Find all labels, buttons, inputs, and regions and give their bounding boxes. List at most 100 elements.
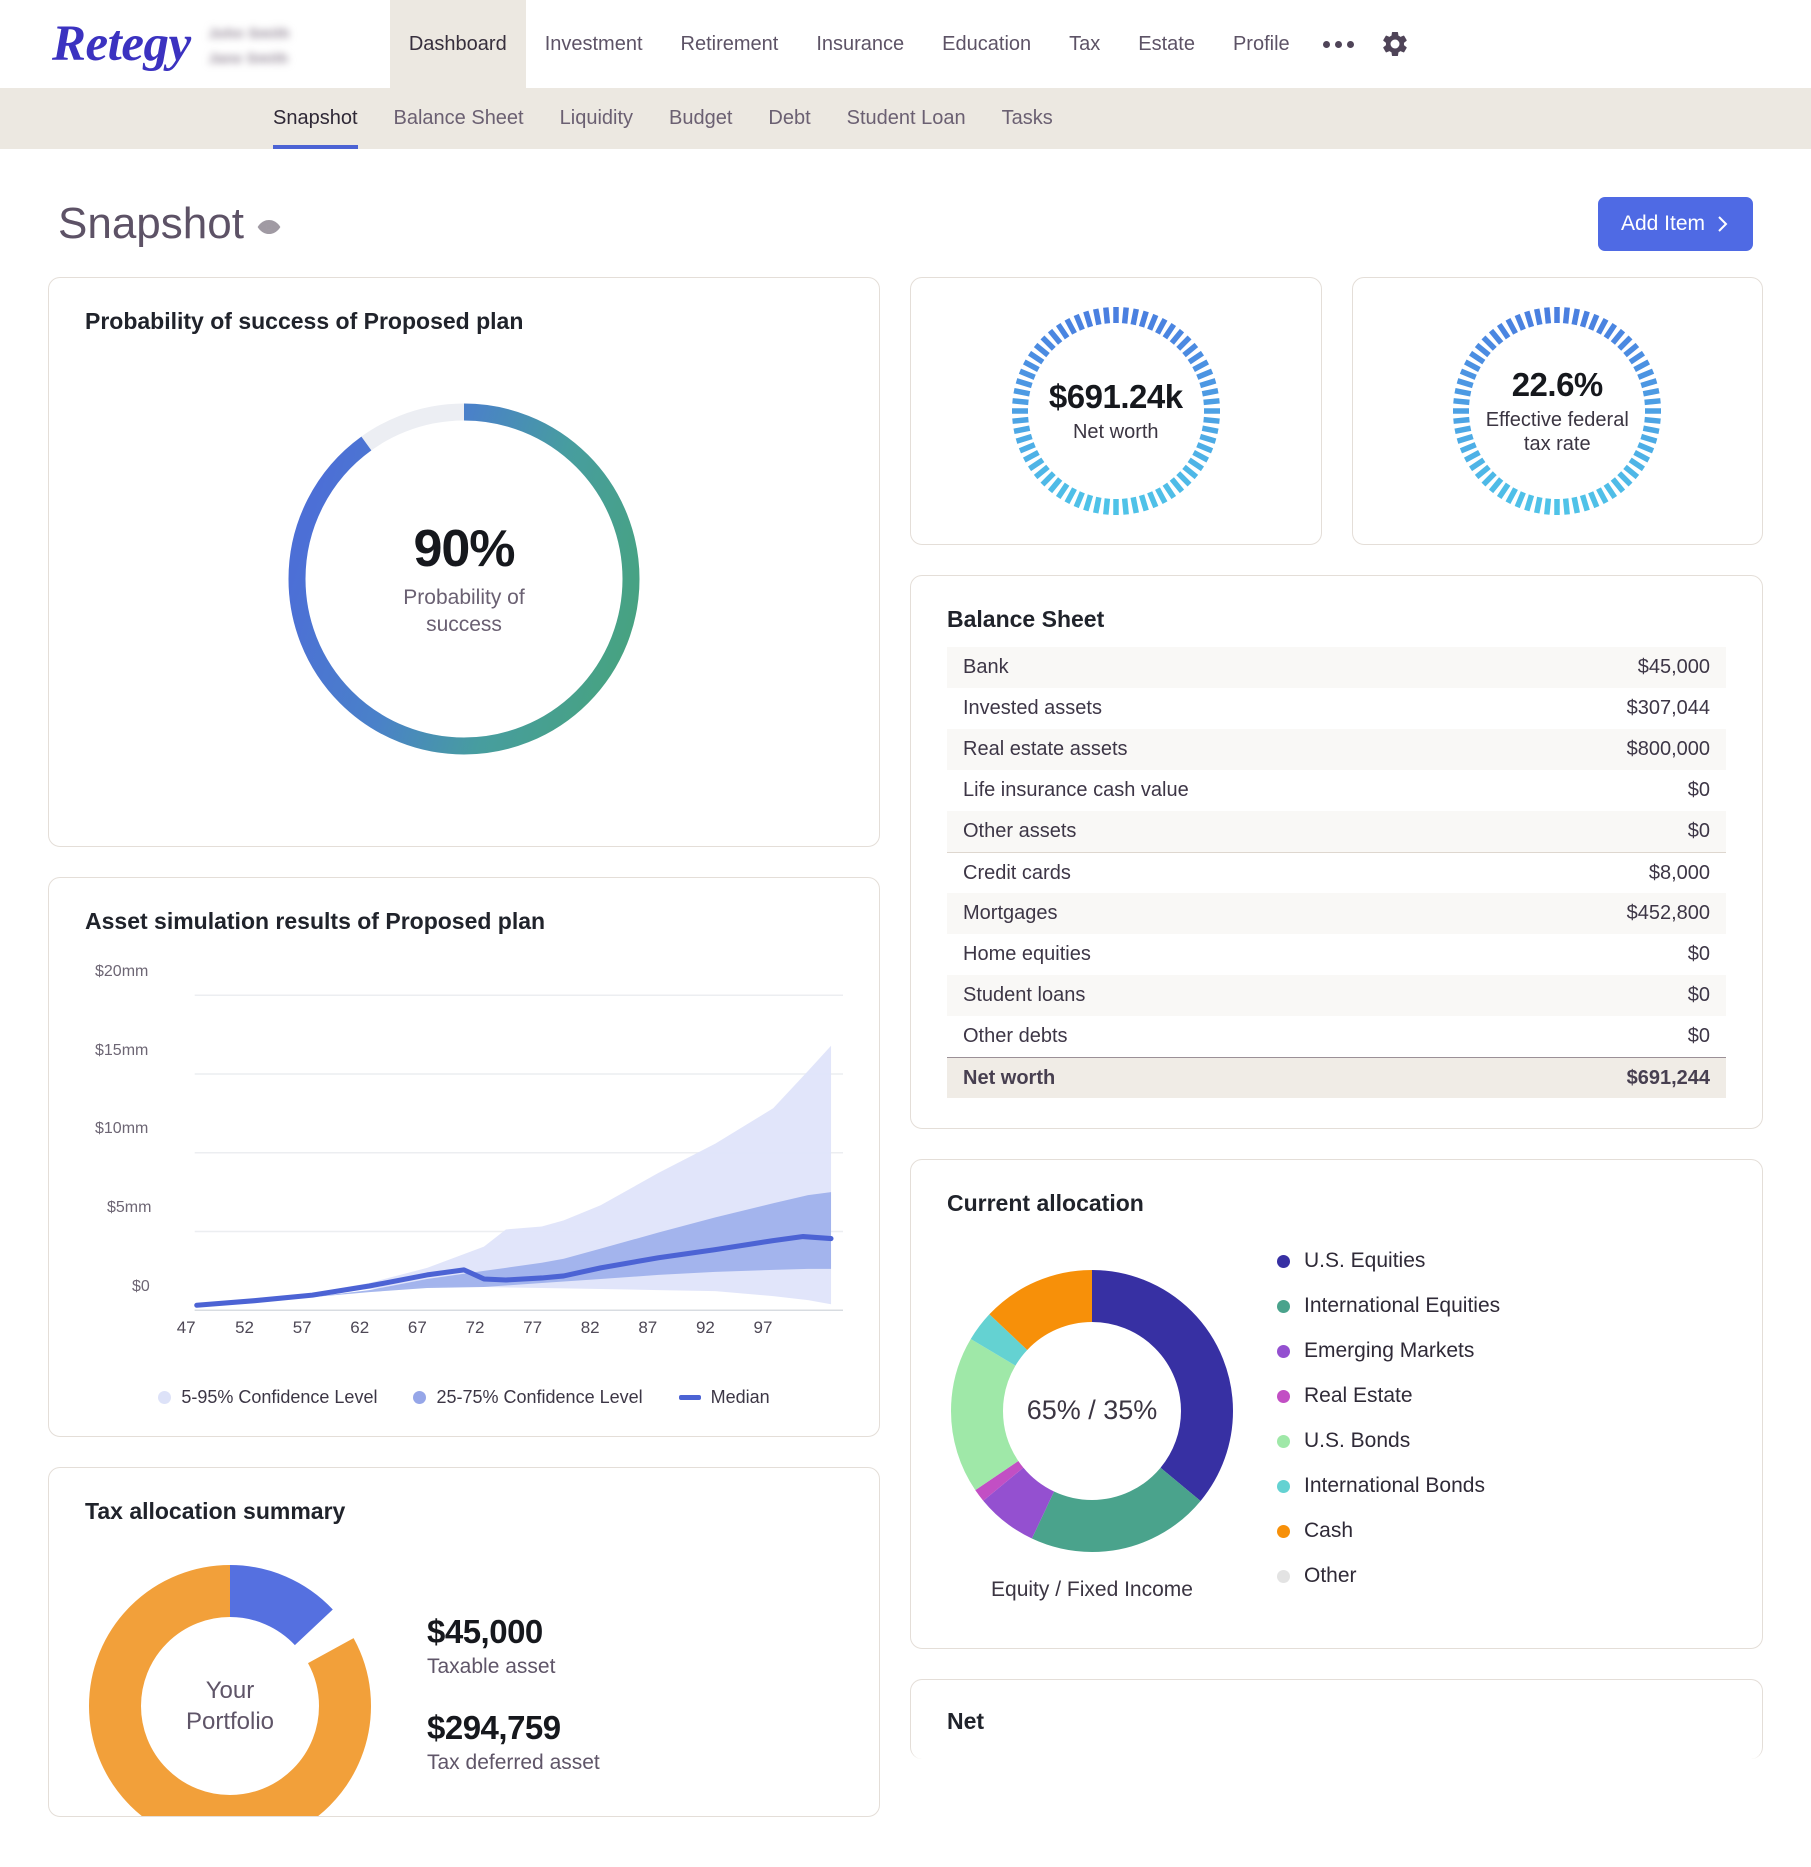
table-row[interactable]: Credit cards $8,000 (947, 852, 1726, 893)
add-item-label: Add Item (1620, 212, 1705, 235)
row-value: $800,000 (1626, 738, 1710, 760)
row-value: $307,044 (1626, 697, 1710, 719)
legend-item-25-75[interactable]: 25-75% Confidence Level (413, 1386, 643, 1408)
add-item-button[interactable]: Add Item (1597, 197, 1753, 251)
table-row[interactable]: Invested assets $307,044 (947, 688, 1726, 729)
allocation-card-title: Current allocation (947, 1190, 1144, 1216)
allocation-body: 65% / 35% Equity / Fixed Income U.S. Equ… (947, 1223, 1726, 1618)
tax-stat-deferred-label: Tax deferred asset (427, 1751, 600, 1774)
net-worth-center-text: $691.24k Net worth (1005, 300, 1227, 522)
legend-swatch-us-equities-icon (1277, 1254, 1290, 1268)
ellipsis-icon[interactable] (1309, 40, 1368, 48)
tax-stats: $45,000 Taxable asset $294,759 Tax defer… (427, 1561, 600, 1775)
nav-item-tax[interactable]: Tax (1050, 0, 1119, 88)
gauge-row: $691.24k Net worth 22.6% Effective feder… (910, 277, 1763, 545)
table-row[interactable]: Life insurance cash value $0 (947, 770, 1726, 811)
net-worth-value: $691.24k (1048, 377, 1183, 415)
nav-item-profile[interactable]: Profile (1214, 0, 1309, 88)
subnav-item-student-loan[interactable]: Student Loan (829, 88, 984, 149)
row-label: Home equities (963, 943, 1091, 965)
tax-allocation-summary-card: Tax allocation summary Your Portfolio $4… (48, 1467, 880, 1817)
tax-stat-taxable-value: $45,000 (427, 1613, 543, 1650)
subnav-item-tasks[interactable]: Tasks (984, 88, 1071, 149)
legend-item-5-95[interactable]: 5-95% Confidence Level (158, 1387, 377, 1408)
app-logo[interactable]: Retegy (52, 15, 191, 73)
table-row[interactable]: Other assets $0 (947, 811, 1726, 852)
nav-item-education[interactable]: Education (923, 0, 1050, 88)
subnav-item-snapshot[interactable]: Snapshot (255, 88, 376, 149)
legend-item-cash[interactable]: Cash (1277, 1519, 1500, 1543)
page-title: Snapshot (58, 199, 282, 249)
nav-item-retirement[interactable]: Retirement (662, 0, 798, 88)
table-row[interactable]: Bank $45,000 (947, 647, 1726, 688)
legend-swatch-real-estate-icon (1277, 1389, 1290, 1403)
tax-donut-center-text: Your Portfolio (85, 1561, 375, 1816)
legend-item-real-estate[interactable]: Real Estate (1277, 1384, 1500, 1408)
top-navigation-bar: Retegy John Smith Jane Smith Dashboard I… (0, 0, 1811, 88)
tax-rate-label-line1: Effective federal (1485, 408, 1629, 431)
subnav-item-balance-sheet[interactable]: Balance Sheet (376, 88, 542, 149)
legend-label-other: Other (1304, 1564, 1357, 1587)
balance-sheet-total-row: Net worth $691,244 (947, 1057, 1726, 1098)
legend-label-25-75: 25-75% Confidence Level (436, 1386, 643, 1407)
legend-item-median[interactable]: Median (678, 1386, 770, 1408)
tax-card-body: Your Portfolio $45,000 Taxable asset $29… (85, 1531, 843, 1816)
legend-dash-median-icon (678, 1394, 701, 1400)
tax-center-line1: Your (205, 1676, 255, 1704)
legend-label-median: Median (710, 1386, 770, 1407)
gear-icon[interactable] (1380, 29, 1410, 59)
table-row[interactable]: Mortgages $452,800 (947, 893, 1726, 934)
tax-stat-taxable-label: Taxable asset (427, 1655, 556, 1678)
subnav-item-debt[interactable]: Debt (750, 88, 828, 149)
nav-item-dashboard[interactable]: Dashboard (389, 0, 526, 88)
total-label: Net worth (963, 1066, 1056, 1089)
table-row[interactable]: Home equities $0 (947, 934, 1726, 975)
legend-label-international-bonds: International Bonds (1304, 1474, 1485, 1497)
table-row[interactable]: Real estate assets $800,000 (947, 729, 1726, 770)
probability-sublabel-line1: Probability of (403, 586, 525, 610)
net-worth-gauge-chart: $691.24k Net worth (1005, 300, 1227, 522)
row-label: Other debts (963, 1025, 1068, 1047)
probability-chart-body: 90% Probability of success (85, 341, 843, 816)
legend-item-international-bonds[interactable]: International Bonds (1277, 1474, 1500, 1498)
left-column: Probability of success of Proposed plan (48, 277, 880, 1817)
legend-swatch-us-bonds-icon (1277, 1434, 1290, 1448)
right-column: $691.24k Net worth 22.6% Effective feder… (910, 277, 1763, 1759)
subnav-item-budget[interactable]: Budget (651, 88, 750, 149)
tax-stat-deferred-value: $294,759 (427, 1709, 561, 1746)
tax-rate-value: 22.6% (1511, 365, 1604, 403)
nav-item-insurance[interactable]: Insurance (797, 0, 923, 88)
legend-item-us-bonds[interactable]: U.S. Bonds (1277, 1429, 1500, 1453)
net-worth-gauge-card: $691.24k Net worth (910, 277, 1322, 545)
legend-swatch-emerging-markets-icon (1277, 1344, 1290, 1358)
allocation-center-text: 65% / 35% (1026, 1395, 1158, 1425)
tax-rate-gauge-chart: 22.6% Effective federal tax rate (1446, 300, 1668, 522)
row-label: Invested assets (963, 697, 1102, 719)
client-name-primary: John Smith (208, 25, 290, 41)
nav-item-estate[interactable]: Estate (1119, 0, 1214, 88)
table-row[interactable]: Other debts $0 (947, 1016, 1726, 1057)
tax-rate-label-line2: tax rate (1523, 433, 1591, 455)
sub-navigation-bar: Snapshot Balance Sheet Liquidity Budget … (0, 88, 1811, 149)
eye-icon[interactable] (256, 214, 282, 240)
row-value: $0 (1687, 820, 1710, 842)
row-label: Credit cards (963, 861, 1071, 884)
row-value: $8,000 (1648, 861, 1710, 884)
partial-next-card: Net (910, 1679, 1763, 1759)
legend-item-emerging-markets[interactable]: Emerging Markets (1277, 1339, 1500, 1363)
legend-dot-25-75-icon (413, 1390, 427, 1404)
main-nav: Dashboard Investment Retirement Insuranc… (389, 0, 1811, 88)
legend-item-other[interactable]: Other (1277, 1564, 1500, 1588)
allocation-legend: U.S. Equities International Equities Eme… (1277, 1249, 1500, 1618)
subnav-item-liquidity[interactable]: Liquidity (542, 88, 651, 149)
tax-rate-gauge-card: 22.6% Effective federal tax rate (1351, 277, 1763, 545)
dashboard-grid: Probability of success of Proposed plan (48, 277, 1763, 1817)
probability-sublabel-line2: success (426, 612, 502, 636)
row-label: Student loans (963, 984, 1086, 1006)
nav-item-investment[interactable]: Investment (526, 0, 662, 88)
legend-item-us-equities[interactable]: U.S. Equities (1277, 1249, 1500, 1273)
legend-item-international-equities[interactable]: International Equities (1277, 1294, 1500, 1318)
table-row[interactable]: Student loans $0 (947, 975, 1726, 1016)
row-label: Life insurance cash value (963, 779, 1189, 801)
current-allocation-donut-chart: 65% / 35% (947, 1266, 1237, 1556)
